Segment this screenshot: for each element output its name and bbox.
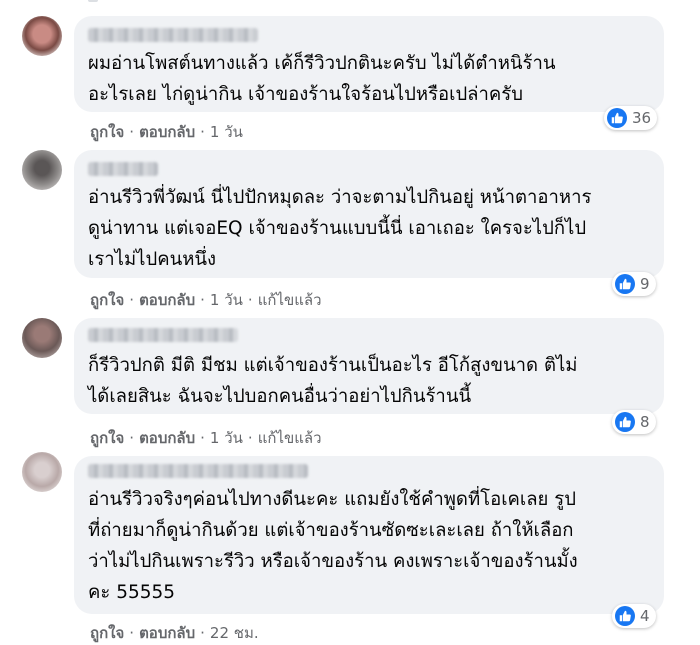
reply-link[interactable]: ตอบกลับ	[139, 123, 195, 141]
like-link[interactable]: ถูกใจ	[90, 123, 124, 141]
avatar[interactable]	[22, 16, 62, 56]
reaction-count[interactable]: 36	[604, 106, 658, 130]
comment-actions: ถูกใจ · ตอบกลับ · 22 ชม.	[90, 624, 259, 642]
comment-text: อ่านรีวิวพี่วัฒน์ นี่ไปปักหมุดละ ว่าจะตา…	[88, 187, 592, 270]
reply-link[interactable]: ตอบกลับ	[139, 291, 195, 309]
comment-bubble: อ่านรีวิวพี่วัฒน์ นี่ไปปักหมุดละ ว่าจะตา…	[74, 150, 664, 278]
previous-comment-fragment	[88, 0, 98, 2]
like-thumb-icon	[607, 108, 627, 128]
commenter-name[interactable]	[88, 162, 158, 176]
edited-label[interactable]: แก้ไขแล้ว	[258, 429, 322, 447]
reaction-count[interactable]: 9	[612, 272, 656, 296]
like-thumb-icon	[615, 274, 635, 294]
like-link[interactable]: ถูกใจ	[90, 429, 124, 447]
reaction-number: 4	[640, 607, 650, 625]
reply-link[interactable]: ตอบกลับ	[139, 429, 195, 447]
comment-time[interactable]: 1 วัน	[210, 429, 243, 447]
comment-actions: ถูกใจ · ตอบกลับ · 1 วัน · แก้ไขแล้ว	[90, 429, 322, 447]
like-link[interactable]: ถูกใจ	[90, 291, 124, 309]
reaction-number: 9	[640, 275, 650, 293]
comment-bubble: อ่านรีวิวจริงๆค่อนไปทางดีนะคะ แถมยังใช้ค…	[74, 456, 664, 614]
comment-text: ผมอ่านโพสต์นทางแล้ว เค้ก็รีวิวปกตินะครับ…	[88, 53, 556, 105]
avatar[interactable]	[22, 318, 62, 358]
comment-actions: ถูกใจ · ตอบกลับ · 1 วัน · แก้ไขแล้ว	[90, 291, 322, 309]
reaction-count[interactable]: 4	[612, 604, 656, 628]
comment-text: อ่านรีวิวจริงๆค่อนไปทางดีนะคะ แถมยังใช้ค…	[88, 489, 578, 603]
like-link[interactable]: ถูกใจ	[90, 624, 124, 642]
commenter-name[interactable]	[88, 28, 258, 42]
comment-bubble: ผมอ่านโพสต์นทางแล้ว เค้ก็รีวิวปกตินะครับ…	[74, 16, 664, 112]
reaction-count[interactable]: 8	[612, 410, 656, 434]
reply-link[interactable]: ตอบกลับ	[139, 624, 195, 642]
avatar[interactable]	[22, 150, 62, 190]
reaction-number: 36	[632, 109, 652, 127]
reaction-number: 8	[640, 413, 650, 431]
comment-bubble: ก็รีวิวปกติ มีติ มีชม แต่เจ้าของร้านเป็น…	[74, 318, 664, 414]
like-thumb-icon	[615, 606, 635, 626]
comment-time[interactable]: 22 ชม.	[210, 624, 259, 642]
like-thumb-icon	[615, 412, 635, 432]
comment-actions: ถูกใจ · ตอบกลับ · 1 วัน	[90, 123, 243, 141]
avatar[interactable]	[22, 452, 62, 492]
comment-time[interactable]: 1 วัน	[210, 291, 243, 309]
comment-text: ก็รีวิวปกติ มีติ มีชม แต่เจ้าของร้านเป็น…	[88, 355, 578, 407]
comment-time[interactable]: 1 วัน	[210, 123, 243, 141]
commenter-name[interactable]	[88, 328, 238, 342]
commenter-name[interactable]	[88, 464, 308, 478]
edited-label[interactable]: แก้ไขแล้ว	[258, 291, 322, 309]
